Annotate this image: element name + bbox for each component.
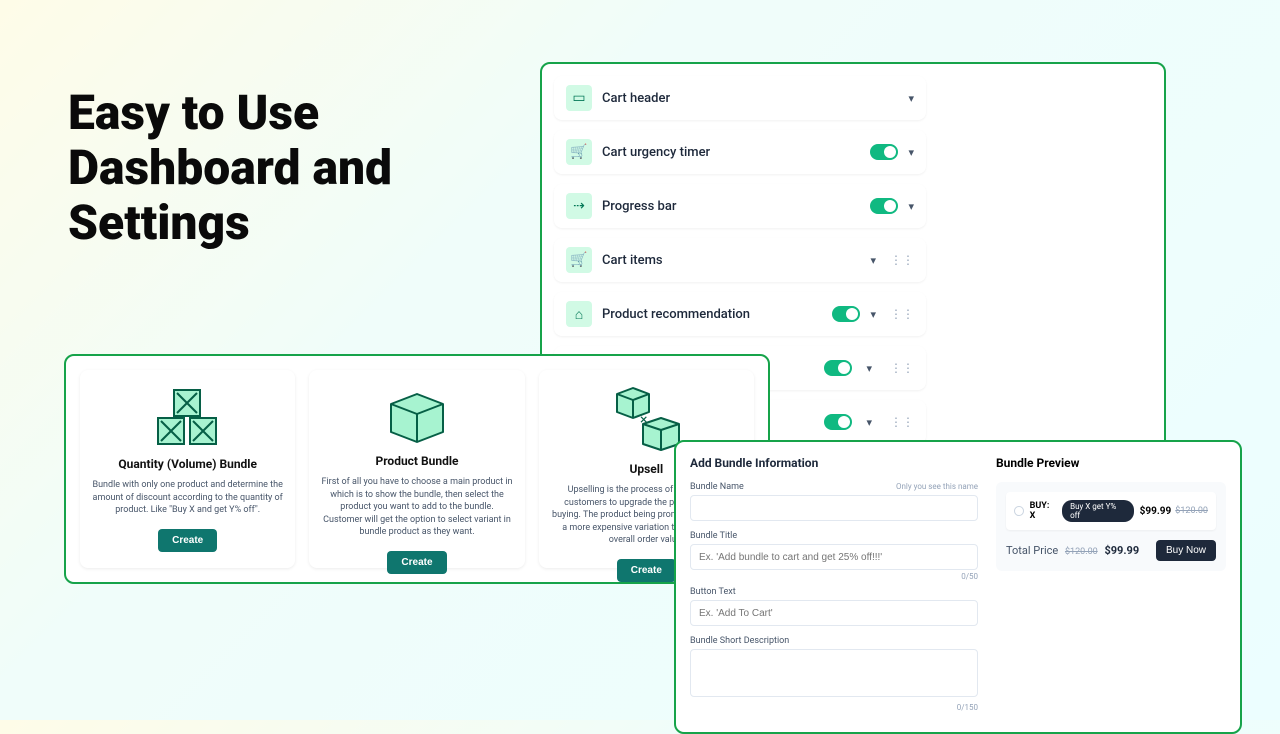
bundle-desc-input[interactable]: [690, 649, 978, 697]
total-old: $120.00: [1065, 547, 1098, 557]
bundle-icon: [381, 384, 453, 448]
preview-title: Bundle Preview: [996, 456, 1226, 470]
offer-old-price: $120.00: [1175, 506, 1208, 516]
bundle-title-input[interactable]: [690, 544, 978, 570]
buy-x-label: BUY: X: [1030, 501, 1056, 521]
bundle-card-desc: First of all you have to choose a main p…: [321, 476, 512, 539]
char-count: 0/50: [690, 572, 978, 581]
setting-icon: 🛒: [566, 139, 592, 165]
bundle-icon: ×: [607, 384, 685, 456]
bundle-card-title: Upsell: [629, 462, 663, 476]
create-button[interactable]: Create: [617, 559, 676, 582]
chevron-down-icon[interactable]: ▾: [870, 308, 876, 321]
headline: Easy to Use Dashboard and Settings: [68, 85, 392, 251]
setting-icon: 🛒: [566, 247, 592, 273]
field-label: Bundle Title: [690, 531, 737, 541]
bundle-preview-box: BUY: X Buy X get Y% off $99.99 $120.00 T…: [996, 482, 1226, 571]
toggle-switch[interactable]: [870, 144, 898, 160]
drag-handle-icon[interactable]: ⋮⋮: [890, 307, 914, 321]
chevron-down-icon[interactable]: ▾: [866, 416, 872, 429]
setting-label: Cart header: [602, 91, 898, 106]
setting-row[interactable]: ⌂ Product recommendation ▾ ⋮⋮: [554, 292, 926, 336]
setting-row[interactable]: ▭ Cart header ▾: [554, 76, 926, 120]
headline-line: Easy to Use: [68, 85, 392, 140]
offer-price: $99.99: [1140, 506, 1172, 517]
bundle-card-title: Quantity (Volume) Bundle: [118, 457, 257, 471]
setting-icon: ⌂: [566, 301, 592, 327]
bundle-name-input[interactable]: [690, 495, 978, 521]
chevron-down-icon[interactable]: ▾: [908, 146, 914, 159]
offer-row[interactable]: BUY: X Buy X get Y% off $99.99 $120.00: [1006, 492, 1216, 530]
headline-line: Settings: [68, 195, 392, 250]
button-text-input[interactable]: [690, 600, 978, 626]
bundle-form-panel: Add Bundle Information Bundle Name Only …: [674, 440, 1242, 734]
chevron-down-icon[interactable]: ▾: [908, 92, 914, 105]
create-button[interactable]: Create: [387, 551, 446, 574]
field-label: Bundle Name: [690, 482, 744, 492]
chevron-down-icon[interactable]: ▾: [866, 362, 872, 375]
setting-row[interactable]: 🛒 Cart items ▾ ⋮⋮: [554, 238, 926, 282]
setting-row[interactable]: 🛒 Cart urgency timer ▾: [554, 130, 926, 174]
setting-icon: ⇢: [566, 193, 592, 219]
setting-icon: ▭: [566, 85, 592, 111]
svg-text:×: ×: [640, 412, 647, 428]
toggle-switch[interactable]: [824, 360, 852, 376]
char-count: 0/150: [690, 703, 978, 712]
radio-icon[interactable]: [1014, 506, 1024, 516]
create-button[interactable]: Create: [158, 529, 217, 552]
chevron-down-icon[interactable]: ▾: [908, 200, 914, 213]
field-label: Button Text: [690, 587, 736, 597]
bundle-card-desc: Bundle with only one product and determi…: [92, 479, 283, 517]
total-label: Total Price: [1006, 544, 1058, 557]
bundle-icon: [152, 384, 224, 451]
field-hint: Only you see this name: [896, 482, 978, 492]
bundle-options-panel: Quantity (Volume) Bundle Bundle with onl…: [64, 354, 770, 584]
drag-handle-icon[interactable]: ⋮⋮: [890, 253, 914, 267]
setting-label: Cart urgency timer: [602, 145, 860, 160]
total-price: $99.99: [1104, 544, 1139, 557]
bundle-card-title: Product Bundle: [375, 454, 458, 468]
field-label: Bundle Short Description: [690, 636, 789, 646]
setting-label: Product recommendation: [602, 307, 822, 322]
toggle-switch[interactable]: [870, 198, 898, 214]
discount-pill: Buy X get Y% off: [1062, 500, 1134, 522]
headline-line: Dashboard and: [68, 140, 392, 195]
bundle-card: Quantity (Volume) Bundle Bundle with onl…: [80, 370, 295, 568]
toggle-switch[interactable]: [824, 414, 852, 430]
drag-handle-icon[interactable]: ⋮⋮: [890, 361, 914, 375]
bundle-card: Product Bundle First of all you have to …: [309, 370, 524, 568]
drag-handle-icon[interactable]: ⋮⋮: [890, 415, 914, 429]
toggle-switch[interactable]: [832, 306, 860, 322]
buy-now-button[interactable]: Buy Now: [1156, 540, 1216, 561]
chevron-down-icon[interactable]: ▾: [870, 254, 876, 267]
setting-label: Cart items: [602, 253, 860, 268]
form-title: Add Bundle Information: [690, 456, 978, 470]
setting-row[interactable]: ⇢ Progress bar ▾: [554, 184, 926, 228]
setting-label: Progress bar: [602, 199, 860, 214]
